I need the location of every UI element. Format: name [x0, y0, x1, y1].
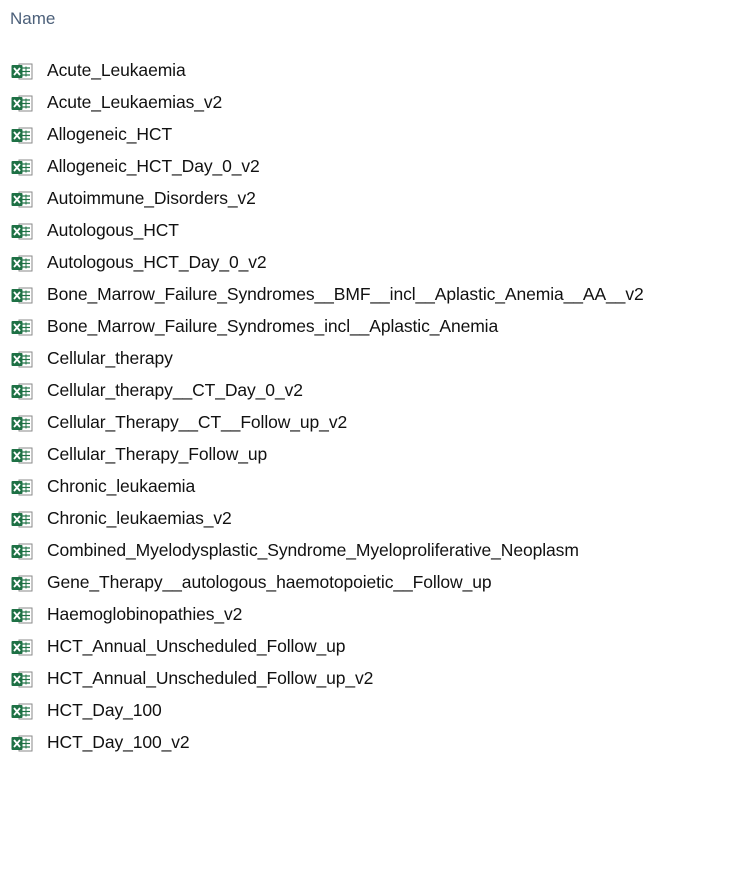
file-name: Haemoglobinopathies_v2 — [47, 604, 243, 624]
excel-file-icon — [11, 223, 33, 240]
file-row[interactable]: Acute_Leukaemias_v2 — [0, 87, 742, 119]
file-row[interactable]: Bone_Marrow_Failure_Syndromes__BMF__incl… — [0, 279, 742, 311]
file-name: Cellular_Therapy__CT__Follow_up_v2 — [47, 412, 348, 432]
file-row[interactable]: Gene_Therapy__autologous_haemotopoietic_… — [0, 567, 742, 599]
file-row[interactable]: Chronic_leukaemia — [0, 471, 742, 503]
excel-file-icon — [11, 671, 33, 688]
file-row[interactable]: Cellular_therapy — [0, 343, 742, 375]
excel-file-icon — [11, 735, 33, 752]
excel-file-icon — [11, 63, 33, 80]
file-name: Chronic_leukaemia — [47, 476, 196, 496]
excel-file-icon — [11, 351, 33, 368]
file-row[interactable]: Cellular_Therapy_Follow_up — [0, 439, 742, 471]
file-name: HCT_Day_100 — [47, 700, 162, 720]
file-row[interactable]: Acute_Leukaemia — [0, 55, 742, 87]
file-row[interactable]: Allogeneic_HCT_Day_0_v2 — [0, 151, 742, 183]
file-row[interactable]: Autologous_HCT_Day_0_v2 — [0, 247, 742, 279]
excel-file-icon — [11, 543, 33, 560]
excel-file-icon — [11, 415, 33, 432]
file-name: Bone_Marrow_Failure_Syndromes__BMF__incl… — [47, 284, 644, 304]
file-name: Bone_Marrow_Failure_Syndromes_incl__Apla… — [47, 316, 499, 336]
excel-file-icon — [11, 159, 33, 176]
file-row[interactable]: Allogeneic_HCT — [0, 119, 742, 151]
file-name: Acute_Leukaemia — [47, 60, 186, 80]
file-name: Cellular_therapy — [47, 348, 173, 368]
excel-file-icon — [11, 575, 33, 592]
file-row[interactable]: Chronic_leukaemias_v2 — [0, 503, 742, 535]
excel-file-icon — [11, 95, 33, 112]
file-row[interactable]: Autoimmune_Disorders_v2 — [0, 183, 742, 215]
file-name: HCT_Day_100_v2 — [47, 732, 190, 752]
excel-file-icon — [11, 191, 33, 208]
file-name: Acute_Leukaemias_v2 — [47, 92, 223, 112]
file-row[interactable]: Cellular_therapy__CT_Day_0_v2 — [0, 375, 742, 407]
file-name: Autoimmune_Disorders_v2 — [47, 188, 256, 208]
file-row[interactable]: HCT_Annual_Unscheduled_Follow_up_v2 — [0, 663, 742, 695]
excel-file-icon — [11, 703, 33, 720]
file-name: HCT_Annual_Unscheduled_Follow_up_v2 — [47, 668, 374, 688]
file-name: Chronic_leukaemias_v2 — [47, 508, 232, 528]
file-name: Gene_Therapy__autologous_haemotopoietic_… — [47, 572, 492, 592]
file-name: Allogeneic_HCT — [47, 124, 173, 144]
file-name: Combined_Myelodysplastic_Syndrome_Myelop… — [47, 540, 579, 560]
file-name: Allogeneic_HCT_Day_0_v2 — [47, 156, 260, 176]
file-list: Acute_Leukaemia Acute_Leukaemias_v2 Allo… — [0, 55, 742, 759]
column-header-name[interactable]: Name — [10, 9, 55, 29]
excel-file-icon — [11, 511, 33, 528]
excel-file-icon — [11, 447, 33, 464]
excel-file-icon — [11, 607, 33, 624]
excel-file-icon — [11, 383, 33, 400]
file-row[interactable]: Haemoglobinopathies_v2 — [0, 599, 742, 631]
file-name: Cellular_therapy__CT_Day_0_v2 — [47, 380, 303, 400]
excel-file-icon — [11, 319, 33, 336]
file-row[interactable]: Autologous_HCT — [0, 215, 742, 247]
file-name: Autologous_HCT — [47, 220, 179, 240]
excel-file-icon — [11, 287, 33, 304]
file-row[interactable]: HCT_Day_100 — [0, 695, 742, 727]
excel-file-icon — [11, 127, 33, 144]
column-header-row: Name — [0, 0, 742, 40]
file-row[interactable]: Combined_Myelodysplastic_Syndrome_Myelop… — [0, 535, 742, 567]
file-row[interactable]: HCT_Day_100_v2 — [0, 727, 742, 759]
file-name: Autologous_HCT_Day_0_v2 — [47, 252, 267, 272]
excel-file-icon — [11, 255, 33, 272]
file-row[interactable]: HCT_Annual_Unscheduled_Follow_up — [0, 631, 742, 663]
file-row[interactable]: Bone_Marrow_Failure_Syndromes_incl__Apla… — [0, 311, 742, 343]
file-row[interactable]: Cellular_Therapy__CT__Follow_up_v2 — [0, 407, 742, 439]
excel-file-icon — [11, 479, 33, 496]
file-name: Cellular_Therapy_Follow_up — [47, 444, 268, 464]
excel-file-icon — [11, 639, 33, 656]
file-name: HCT_Annual_Unscheduled_Follow_up — [47, 636, 346, 656]
